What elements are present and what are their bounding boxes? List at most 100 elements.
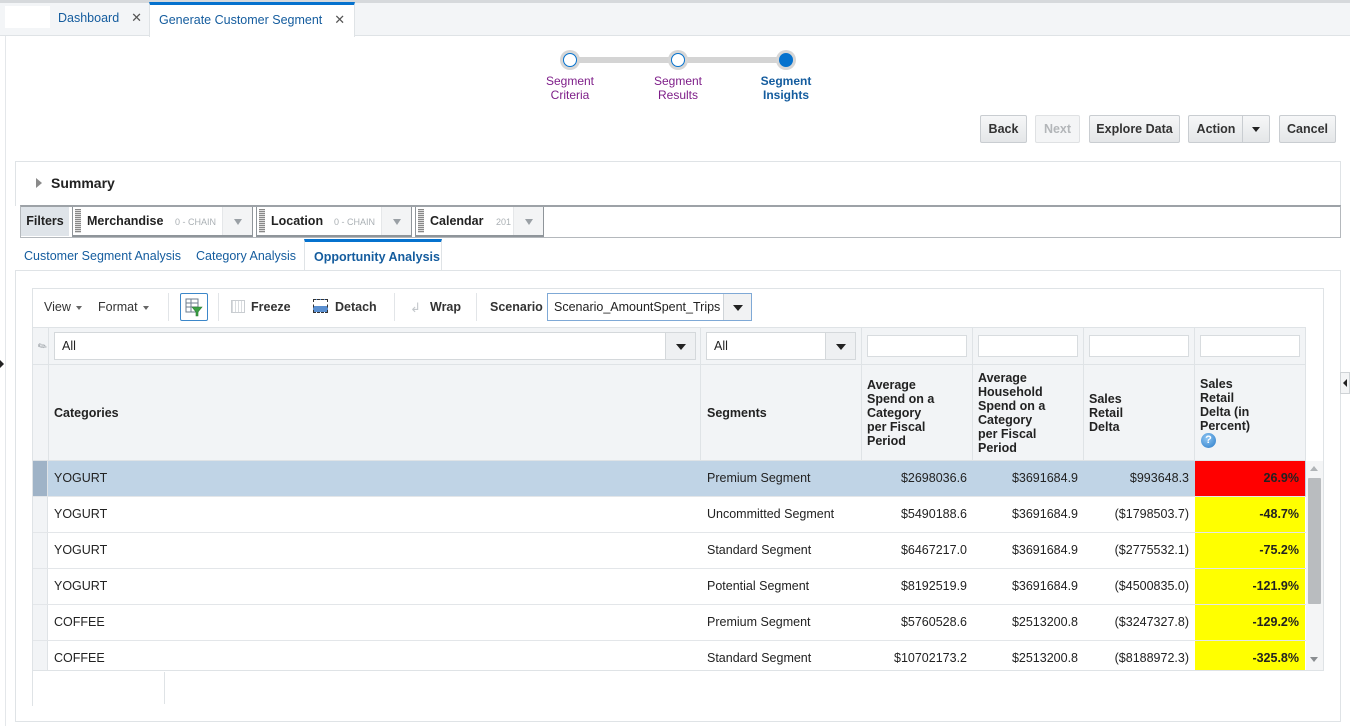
detach-button[interactable]: Detach	[335, 300, 377, 314]
summary-title[interactable]: Summary	[51, 175, 115, 191]
cell-sales-retail-delta-pct: -129.2%	[1195, 605, 1305, 640]
cell-avg-household-spend: $3691684.9	[1011, 471, 1078, 485]
chevron-down-icon[interactable]	[665, 333, 695, 359]
format-menu[interactable]: Format	[98, 300, 149, 314]
filters-label: Filters	[21, 207, 69, 236]
drag-handle-icon[interactable]	[418, 209, 424, 233]
subtab-category-analysis[interactable]: Category Analysis	[196, 249, 296, 263]
table-header-row: Categories Segments Average Spend on a Cat…	[33, 365, 1306, 461]
help-icon[interactable]: ?	[1201, 433, 1216, 448]
avg-spend-filter-input[interactable]	[867, 335, 967, 357]
cell-segment: Premium Segment	[707, 471, 811, 485]
view-menu[interactable]: View	[44, 300, 82, 314]
summary-panel	[15, 161, 1341, 206]
cell-avg-household-spend: $3691684.9	[1011, 579, 1078, 593]
next-button[interactable]: Next	[1035, 115, 1080, 143]
drag-handle-icon[interactable]	[75, 209, 81, 233]
collapse-right-panel-icon[interactable]	[1340, 372, 1350, 394]
query-by-example-button[interactable]	[180, 293, 208, 321]
column-divider	[1305, 327, 1306, 461]
cell-avg-household-spend: $3691684.9	[1011, 507, 1078, 521]
toolbar-separator	[394, 293, 395, 321]
row-header[interactable]	[33, 533, 48, 568]
categories-filter-select[interactable]: All	[54, 332, 696, 360]
column-header-avg-household-spend[interactable]: Average Household Spend on a Category per Fi…	[978, 371, 1045, 455]
column-header-categories[interactable]: Categories	[54, 406, 119, 420]
scroll-up-arrow-icon[interactable]	[1310, 466, 1318, 471]
cell-segment: Potential Segment	[707, 579, 810, 593]
filter-calendar[interactable]: Calendar 201	[415, 207, 544, 237]
tab-generate-label: Generate Customer Segment	[159, 13, 323, 27]
blank-tab-area	[5, 6, 50, 28]
cell-avg-spend: $6467217.0	[900, 543, 967, 557]
train-label-segment-insights: Segment Insights	[760, 74, 812, 102]
cell-avg-spend: $5760528.6	[900, 615, 967, 629]
cell-avg-spend: $8192519.9	[900, 579, 967, 593]
cell-sales-retail-delta-pct: -48.7%	[1195, 497, 1305, 532]
filter-merchandise[interactable]: Merchandise 0 - CHAIN	[72, 207, 253, 237]
subtab-customer-segment-analysis[interactable]: Customer Segment Analysis	[24, 249, 181, 263]
table-footer	[33, 670, 1324, 706]
chevron-down-icon[interactable]	[381, 207, 411, 235]
table-row[interactable]: COFFEE Premium Segment $5760528.6 $2513200.…	[33, 605, 1306, 641]
delta-pct-filter-input[interactable]	[1200, 335, 1300, 357]
tab-dashboard[interactable]: Dashboard ✕	[58, 3, 142, 36]
chevron-down-icon[interactable]	[513, 207, 543, 235]
cell-sales-retail-delta-pct: -121.9%	[1195, 569, 1305, 604]
freeze-icon	[231, 300, 245, 313]
cell-category: COFFEE	[54, 615, 105, 629]
chevron-down-icon[interactable]	[222, 207, 252, 235]
cell-sales-retail-delta: $993648.3	[1129, 471, 1189, 485]
detach-icon	[313, 299, 328, 313]
row-header[interactable]	[33, 461, 48, 496]
chevron-down-icon[interactable]	[825, 333, 855, 359]
column-header-avg-spend[interactable]: Average Spend on a Category per Fiscal Perio…	[867, 378, 934, 448]
train-label-segment-results[interactable]: Segment Results	[638, 74, 718, 102]
column-divider	[1194, 327, 1195, 461]
scenario-select[interactable]: Scenario_AmountSpent_Trips	[547, 293, 752, 321]
expand-triangle-icon[interactable]	[36, 178, 42, 188]
scrollbar-thumb[interactable]	[1308, 478, 1321, 604]
avg-household-filter-input[interactable]	[978, 335, 1078, 357]
subtab-opportunity-analysis[interactable]: Opportunity Analysis	[304, 239, 442, 271]
table-row[interactable]: YOGURT Standard Segment $6467217.0 $3691684…	[33, 533, 1306, 569]
train-stop-segment-criteria[interactable]	[560, 50, 580, 70]
toolbar-separator	[218, 293, 219, 321]
table-row[interactable]: YOGURT Potential Segment $8192519.9 $369168…	[33, 569, 1306, 605]
cell-category: YOGURT	[54, 471, 108, 485]
cell-sales-retail-delta: ($3247327.8)	[1114, 615, 1189, 629]
column-header-segments[interactable]: Segments	[707, 406, 767, 420]
column-header-sales-retail-delta[interactable]: Sales Retail Delta	[1089, 392, 1123, 434]
cell-avg-spend: $2698036.6	[900, 471, 967, 485]
train-label-segment-criteria[interactable]: Segment Criteria	[530, 74, 610, 102]
cancel-button[interactable]: Cancel	[1279, 115, 1336, 143]
cell-sales-retail-delta-pct: -75.2%	[1195, 533, 1305, 568]
cell-avg-spend: $10702173.2	[894, 651, 967, 665]
expand-left-panel-icon[interactable]	[0, 360, 4, 368]
drag-handle-icon[interactable]	[259, 209, 265, 233]
scroll-down-arrow-icon[interactable]	[1310, 657, 1318, 662]
train-stop-segment-results[interactable]	[668, 50, 688, 70]
row-header[interactable]	[33, 497, 48, 532]
delta-filter-input[interactable]	[1089, 335, 1189, 357]
back-button[interactable]: Back	[980, 115, 1027, 143]
caret-down-icon	[142, 305, 149, 310]
column-header-sales-retail-delta-pct[interactable]: Sales Retail Delta (in Percent)	[1200, 377, 1250, 433]
chevron-down-icon[interactable]	[723, 294, 751, 320]
row-header[interactable]	[33, 569, 48, 604]
action-button[interactable]: Action	[1188, 115, 1243, 143]
cell-sales-retail-delta-pct: 26.9%	[1195, 461, 1305, 496]
table-row[interactable]: YOGURT Uncommitted Segment $5490188.6 $3691…	[33, 497, 1306, 533]
wrap-button[interactable]: Wrap	[430, 300, 461, 314]
table-row[interactable]: YOGURT Premium Segment $2698036.6 $3691684.…	[33, 461, 1306, 497]
tab-generate-customer-segment[interactable]: Generate Customer Segment ✕	[149, 2, 356, 37]
filter-location[interactable]: Location 0 - CHAIN	[256, 207, 412, 237]
footer-divider	[164, 672, 165, 704]
close-icon[interactable]: ✕	[131, 10, 142, 25]
freeze-button[interactable]: Freeze	[251, 300, 291, 314]
close-icon[interactable]: ✕	[334, 12, 345, 27]
row-header[interactable]	[33, 605, 48, 640]
action-dropdown-button[interactable]	[1242, 115, 1270, 143]
explore-data-button[interactable]: Explore Data	[1089, 115, 1180, 143]
segments-filter-select[interactable]: All	[706, 332, 856, 360]
